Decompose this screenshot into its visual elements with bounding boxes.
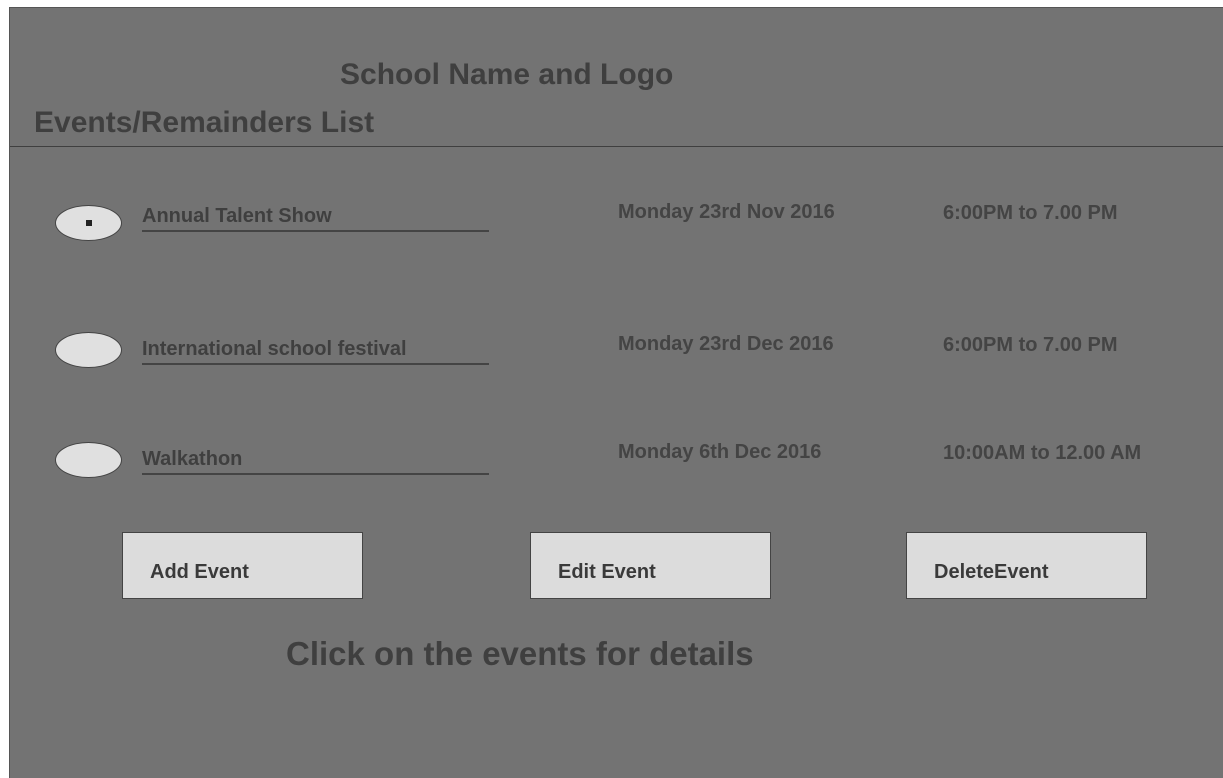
- event-row: International school festival Monday 23r…: [10, 326, 1223, 386]
- school-name-logo: School Name and Logo: [340, 58, 674, 91]
- event-link-annual-talent-show[interactable]: Annual Talent Show: [142, 205, 489, 232]
- event-radio-annual-talent-show[interactable]: [55, 205, 122, 241]
- delete-event-button[interactable]: DeleteEvent: [906, 532, 1147, 599]
- event-date: Monday 23rd Dec 2016: [618, 333, 834, 355]
- event-radio-walkathon[interactable]: [55, 442, 122, 478]
- event-link-international-school-festival[interactable]: International school festival: [142, 338, 489, 365]
- event-date: Monday 6th Dec 2016: [618, 441, 822, 463]
- radio-selected-dot: [86, 220, 92, 226]
- edit-event-button[interactable]: Edit Event: [530, 532, 771, 599]
- event-time: 10:00AM to 12.00 AM: [943, 442, 1142, 464]
- event-row: Annual Talent Show Monday 23rd Nov 2016 …: [10, 191, 1223, 251]
- header-divider: [10, 146, 1223, 147]
- event-radio-international-school-festival[interactable]: [55, 332, 122, 368]
- event-row: Walkathon Monday 6th Dec 2016 10:00AM to…: [10, 436, 1223, 496]
- app-frame: School Name and Logo Events/Remainders L…: [9, 7, 1223, 778]
- event-time: 6:00PM to 7.00 PM: [943, 202, 1118, 224]
- event-time: 6:00PM to 7.00 PM: [943, 334, 1118, 356]
- event-date: Monday 23rd Nov 2016: [618, 201, 835, 223]
- add-event-button[interactable]: Add Event: [122, 532, 363, 599]
- page-title: Events/Remainders List: [34, 106, 375, 139]
- event-link-walkathon[interactable]: Walkathon: [142, 448, 489, 475]
- details-hint: Click on the events for details: [286, 635, 754, 672]
